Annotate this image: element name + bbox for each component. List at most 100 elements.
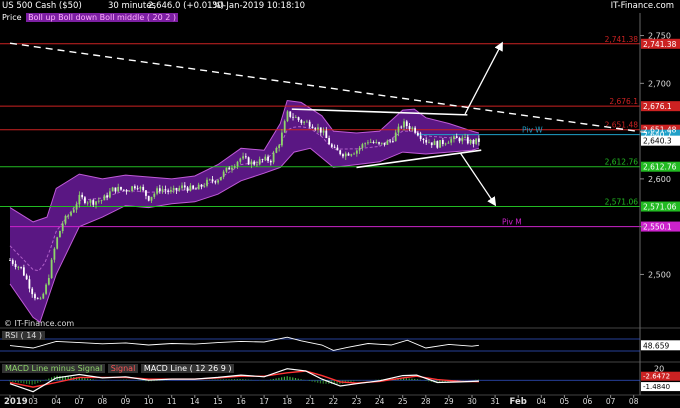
candle-body	[380, 142, 383, 144]
candle-body	[419, 135, 422, 139]
level-price-tag-text: 2,676.1	[643, 102, 672, 111]
candle-body	[114, 187, 117, 192]
candle-body	[289, 111, 292, 117]
candle-body	[369, 142, 372, 143]
candle-body	[350, 154, 353, 156]
x-tick-label: 16	[236, 397, 246, 406]
candle-body	[219, 177, 222, 181]
candle-body	[131, 186, 133, 191]
candle-body	[272, 152, 275, 163]
candle-body	[247, 157, 250, 165]
macd-legend-hist: MACD Line minus Signal	[2, 364, 106, 373]
candle-body	[86, 202, 89, 204]
candle-body	[172, 187, 175, 191]
candle-body	[150, 196, 153, 201]
x-tick-label: 18	[282, 397, 292, 406]
candle-body	[175, 187, 178, 191]
candle-body	[36, 298, 39, 300]
candle-body	[128, 190, 131, 192]
candle-body	[303, 121, 306, 123]
last-price-tag-text: 2,640.3	[643, 137, 672, 146]
candle-body	[342, 154, 344, 157]
candle-body	[397, 126, 400, 133]
candle-body	[95, 201, 97, 205]
x-tick-label: 10	[144, 397, 154, 406]
candle-body	[22, 267, 25, 276]
chart-canvas: 2,741.38 2,676.1 2,651.48 2,612.76 2,571.06 P…	[0, 0, 680, 408]
candle-body	[217, 180, 220, 183]
candle-body	[164, 189, 167, 191]
level-label: 2,571.06	[605, 198, 639, 207]
candle-body	[314, 128, 317, 130]
brand-name: IT-Finance.com	[610, 1, 674, 11]
candle-body	[117, 186, 120, 192]
x-tick-label: 24	[375, 397, 385, 406]
candle-body	[75, 204, 78, 210]
candle-body	[281, 132, 283, 146]
x-tick-label: 04	[51, 397, 61, 406]
x-tick-label: 23	[352, 397, 362, 406]
candle-body	[161, 189, 164, 192]
candle-body	[319, 127, 322, 133]
candle-body	[430, 142, 433, 146]
level-label: 2,612.76	[605, 158, 639, 167]
candle-body	[100, 200, 103, 202]
candle-body	[441, 140, 444, 145]
x-tick-label: 29	[444, 397, 454, 406]
candle-body	[433, 141, 436, 146]
candle-body	[186, 187, 189, 191]
candle-body	[11, 260, 14, 264]
candle-body	[97, 200, 100, 202]
candle-body	[311, 126, 314, 129]
candle-body	[294, 117, 297, 118]
x-tick-label: 08	[629, 397, 639, 406]
candle-body	[197, 184, 200, 190]
candle-body	[364, 143, 367, 145]
candle-body	[70, 212, 72, 216]
candle-body	[408, 126, 411, 130]
candle-body	[61, 223, 64, 232]
candle-body	[147, 195, 150, 201]
candle-body	[231, 167, 233, 170]
candle-body	[344, 153, 347, 157]
candle-body	[386, 140, 389, 145]
candle-body	[333, 146, 336, 148]
candle-body	[145, 190, 147, 196]
candle-body	[405, 121, 408, 127]
legend-price-label: Price	[2, 13, 22, 22]
candle-body	[258, 159, 261, 165]
candle-body	[236, 161, 239, 167]
candle-body	[278, 145, 281, 148]
candle-body	[200, 184, 203, 187]
candle-body	[358, 147, 361, 151]
candle-body	[233, 166, 236, 168]
x-tick-label: Feb	[510, 397, 527, 407]
candle-body	[122, 189, 125, 191]
candle-body	[355, 150, 358, 154]
candle-body	[256, 164, 258, 166]
candle-body	[325, 130, 328, 139]
candle-body	[444, 143, 447, 145]
price-legend: Price Boll up Boll down Boll middle ( 20…	[2, 13, 178, 23]
x-tick-label: 25	[398, 397, 408, 406]
candle-body	[475, 138, 478, 144]
candle-body	[208, 179, 211, 181]
macd-legend: MACD Line minus Signal Signal MACD Line …	[2, 364, 235, 374]
level-price-tag-text: 2,571.06	[643, 203, 677, 212]
candle-body	[347, 153, 350, 156]
candle-body	[31, 288, 34, 295]
candle-body	[261, 159, 264, 161]
candle-body	[189, 185, 192, 191]
macd-value-text: -1.4840	[643, 383, 670, 391]
candle-body	[416, 132, 419, 136]
candle-body	[170, 190, 172, 192]
candle-body	[108, 191, 111, 198]
candle-body	[178, 188, 181, 191]
candle-body	[42, 293, 45, 299]
x-tick-label: 03	[28, 397, 38, 406]
x-tick-label: 11	[167, 397, 177, 406]
candle-body	[50, 259, 53, 279]
candle-body	[378, 142, 380, 144]
candle-body	[183, 185, 186, 188]
candle-body	[53, 248, 56, 260]
